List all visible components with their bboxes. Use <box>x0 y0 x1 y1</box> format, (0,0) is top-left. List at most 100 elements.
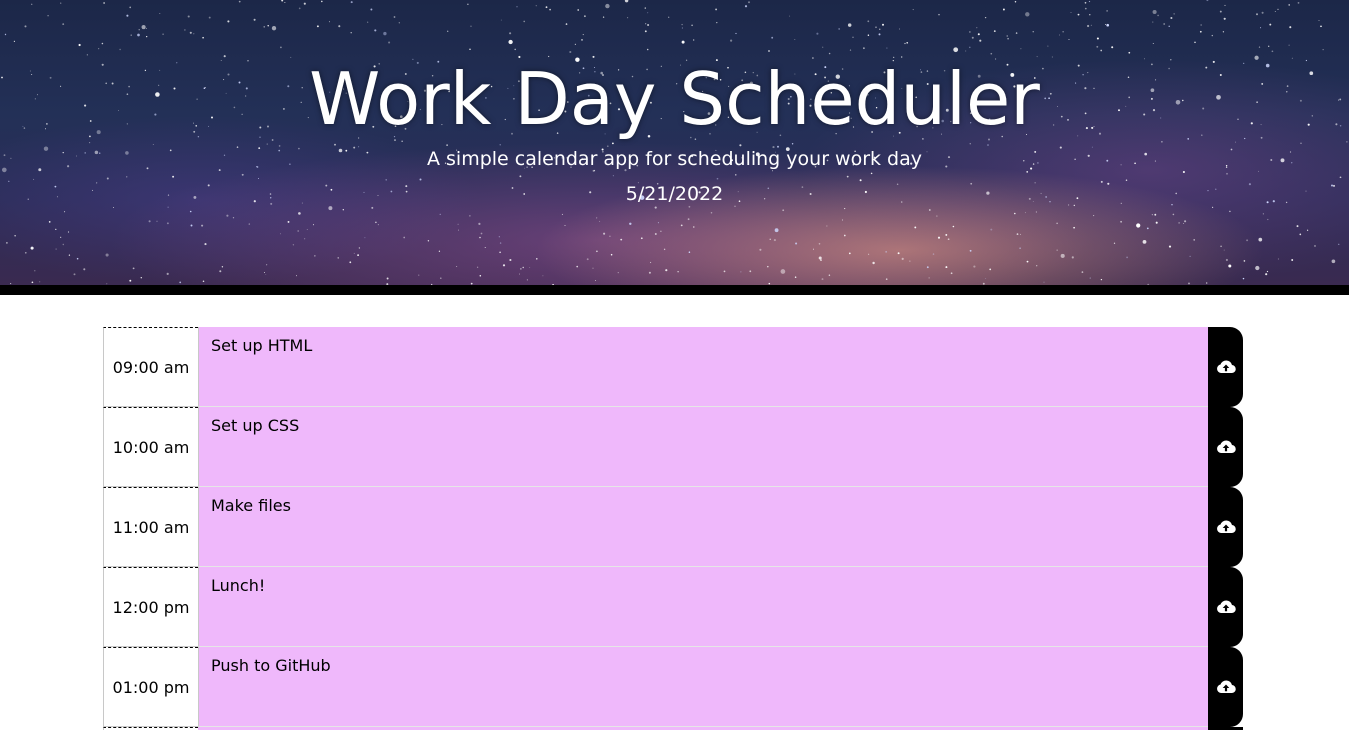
star <box>297 230 300 232</box>
star <box>749 270 752 273</box>
star <box>132 267 135 270</box>
star <box>1288 4 1290 6</box>
star <box>68 254 71 256</box>
star <box>1073 226 1075 229</box>
star <box>1168 25 1170 28</box>
star <box>841 219 843 221</box>
star <box>337 257 339 259</box>
star <box>774 228 779 233</box>
task-description-input[interactable]: Push to GitHub <box>198 647 1208 727</box>
star <box>1056 222 1058 225</box>
star <box>130 34 132 36</box>
star <box>577 9 580 11</box>
star <box>1088 0 1091 3</box>
star <box>1020 48 1022 50</box>
star <box>522 266 524 269</box>
save-button[interactable] <box>1208 567 1243 647</box>
star <box>509 32 512 35</box>
star <box>838 28 840 30</box>
star <box>818 243 821 245</box>
star <box>795 242 798 245</box>
star <box>596 217 598 219</box>
star <box>529 267 531 268</box>
star <box>599 220 601 222</box>
star <box>1223 249 1225 251</box>
star <box>984 16 987 19</box>
star <box>1032 31 1034 33</box>
star <box>794 38 796 41</box>
star <box>812 248 815 250</box>
star <box>264 272 265 274</box>
star <box>932 253 935 255</box>
star <box>13 40 15 42</box>
star <box>542 275 544 277</box>
star <box>747 1 751 4</box>
star <box>1193 239 1196 241</box>
star <box>852 36 854 38</box>
task-description-input[interactable]: Set up HTML <box>198 327 1208 407</box>
star <box>232 217 235 219</box>
star <box>1268 45 1270 47</box>
star <box>141 25 146 30</box>
hour-label: 09:00 am <box>103 327 198 407</box>
time-block-row: 09:00 am Set up HTML <box>103 327 1243 407</box>
star <box>1228 264 1232 268</box>
star <box>1154 213 1157 216</box>
star <box>358 247 361 249</box>
star <box>1155 221 1158 224</box>
star <box>469 215 471 217</box>
star <box>582 34 584 36</box>
star <box>657 222 659 224</box>
star <box>1291 259 1294 261</box>
star <box>688 251 691 253</box>
star <box>498 236 500 238</box>
star <box>137 33 140 37</box>
star <box>1226 172 1228 175</box>
star <box>977 33 980 36</box>
star <box>937 236 941 239</box>
star <box>768 50 770 52</box>
task-description-input[interactable]: Set up CSS <box>198 407 1208 487</box>
star <box>303 2 306 5</box>
star <box>156 220 158 222</box>
star <box>140 276 143 279</box>
star <box>508 39 513 45</box>
save-button[interactable] <box>1208 487 1243 567</box>
star <box>818 256 822 260</box>
star <box>1200 24 1202 26</box>
star <box>767 265 769 268</box>
save-button[interactable] <box>1208 647 1243 727</box>
star <box>965 50 967 52</box>
star <box>602 16 605 18</box>
star <box>55 228 57 231</box>
star <box>928 209 931 211</box>
task-description-input[interactable]: Make files <box>198 487 1208 567</box>
star <box>314 255 316 257</box>
save-button[interactable] <box>1208 407 1243 487</box>
star <box>565 23 568 25</box>
star <box>536 258 538 260</box>
star <box>976 27 978 29</box>
star <box>1047 45 1049 47</box>
star <box>663 248 666 251</box>
star <box>1211 34 1213 37</box>
star <box>55 248 57 250</box>
star <box>1246 239 1249 242</box>
star <box>1100 278 1103 281</box>
star <box>1220 245 1222 248</box>
star <box>1152 21 1154 23</box>
star <box>945 233 948 236</box>
star <box>574 43 577 46</box>
star <box>1020 233 1021 235</box>
save-button[interactable] <box>1208 327 1243 407</box>
star <box>367 21 369 23</box>
star <box>644 7 646 9</box>
task-description-input[interactable]: Lunch! <box>198 567 1208 647</box>
star <box>1322 49 1324 51</box>
star <box>62 243 65 246</box>
star <box>241 173 244 176</box>
star <box>138 29 140 31</box>
star <box>1089 277 1091 279</box>
hour-label: 12:00 pm <box>103 567 198 647</box>
star <box>1261 11 1264 14</box>
